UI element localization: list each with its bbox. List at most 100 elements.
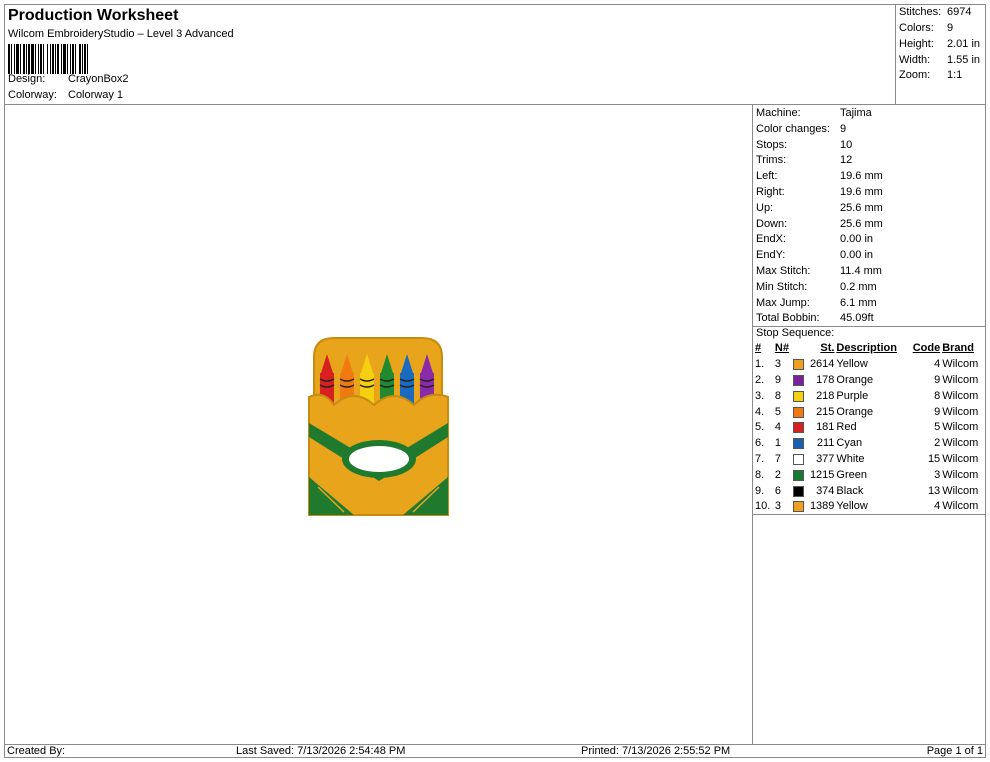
- color-swatch: [793, 501, 805, 513]
- stitch-count-text: 211: [816, 437, 835, 450]
- table-row: 1. 3 2614 Yellow 4 Wilcom: [753, 357, 984, 373]
- color-description: Yellow: [836, 358, 868, 371]
- info-label: Trims:: [756, 154, 787, 167]
- row-index: 6.: [755, 437, 765, 450]
- col-code: Code: [912, 342, 941, 355]
- info-row: Right: 19.6 mm: [756, 185, 883, 200]
- info-row: Stops: 10: [756, 138, 852, 153]
- info-row: Min Stitch: 0.2 mm: [756, 280, 877, 295]
- color-swatch: [793, 422, 805, 434]
- info-row: Left: 19.6 mm: [756, 169, 883, 184]
- stitch-count: 1215: [791, 467, 834, 483]
- row-index: 4.: [755, 405, 765, 418]
- table-row: 4. 5 215 Orange 9 Wilcom: [753, 404, 984, 420]
- stitch-count: 218: [791, 388, 834, 404]
- color-code: 4: [934, 358, 941, 371]
- needle-number: 3: [774, 500, 781, 513]
- col-index: #: [755, 342, 762, 355]
- stitch-count-text: 2614: [809, 358, 835, 371]
- color-code: 5: [934, 421, 941, 434]
- colorway-value: Colorway 1: [68, 89, 124, 101]
- row-index: 7.: [755, 452, 765, 465]
- color-code: 4: [934, 500, 941, 513]
- info-row: Max Stitch: 11.4 mm: [756, 264, 882, 279]
- info-value: 0.2 mm: [840, 280, 877, 293]
- stitch-count: 377: [791, 452, 834, 468]
- info-label: Min Stitch:: [756, 280, 808, 293]
- info-row: EndY: 0.00 in: [756, 248, 873, 263]
- color-swatch: [793, 359, 805, 371]
- info-value: 25.6 mm: [840, 201, 883, 214]
- page-title: Production Worksheet: [8, 7, 179, 24]
- color-swatch: [793, 374, 805, 386]
- row-index: 3.: [755, 389, 765, 402]
- needle-number: 8: [774, 389, 781, 402]
- info-label: Machine:: [756, 107, 801, 119]
- color-code: 3: [934, 468, 941, 481]
- stitch-count: 2614: [791, 357, 834, 373]
- table-row: 10. 3 1389 Yellow 4 Wilcom: [753, 499, 984, 515]
- col-stitches: St.: [820, 342, 835, 355]
- info-value: 12: [840, 154, 853, 167]
- design-value: CrayonBox2: [68, 73, 129, 85]
- row-index: 1.: [755, 358, 765, 371]
- needle-number: 9: [774, 373, 781, 386]
- row-index: 9.: [755, 484, 765, 497]
- thread-brand: Wilcom: [942, 500, 979, 513]
- stop-sequence-title: Stop Sequence:: [756, 327, 835, 339]
- needle-number: 1: [774, 437, 781, 450]
- stat-width: Width: 1.55 in: [899, 54, 981, 66]
- info-label: Stops:: [756, 138, 788, 151]
- color-description: Yellow: [836, 500, 868, 513]
- color-description: Purple: [836, 389, 869, 402]
- info-row: Machine: Tajima: [756, 106, 872, 121]
- stitch-count-text: 377: [816, 452, 835, 465]
- table-row: 7. 7 377 White 15 Wilcom: [753, 452, 984, 468]
- stat-stitches: Stitches: 6974: [899, 6, 972, 18]
- page-number: Page 1 of 1: [926, 745, 983, 757]
- info-row: Color changes: 9: [756, 122, 846, 137]
- info-value: 45.09ft: [840, 312, 874, 325]
- info-value: Tajima: [840, 107, 872, 119]
- stitch-count-text: 181: [816, 421, 835, 434]
- needle-number: 2: [774, 468, 781, 481]
- table-header: # N# St. Description Code Brand: [753, 341, 984, 357]
- info-label: EndY:: [756, 249, 786, 262]
- color-description: Green: [836, 468, 867, 481]
- design-preview-canvas: [4, 105, 753, 744]
- row-index: 10.: [755, 500, 771, 513]
- needle-number: 3: [774, 358, 781, 371]
- col-description: Description: [836, 342, 897, 355]
- stats-panel: Stitches: 6974 Colors: 9 Height: 2.01 in Wi…: [896, 4, 986, 105]
- thread-brand: Wilcom: [942, 405, 979, 418]
- info-label: Max Stitch:: [756, 265, 811, 277]
- info-value: 0.00 in: [840, 249, 874, 262]
- thread-brand: Wilcom: [942, 437, 979, 450]
- color-swatch: [793, 438, 805, 450]
- color-code: 13: [927, 484, 941, 497]
- info-row: Max Jump: 6.1 mm: [756, 296, 877, 311]
- color-code: 9: [934, 405, 941, 418]
- color-description: Black: [836, 484, 864, 497]
- stitch-count: 1389: [791, 499, 834, 515]
- stat-colors: Colors: 9: [899, 22, 954, 34]
- stitch-count-text: 1215: [809, 468, 835, 481]
- design-row: Design: CrayonBox2: [8, 73, 129, 85]
- info-value: 9: [840, 122, 847, 135]
- needle-number: 6: [774, 484, 781, 497]
- info-row: Down: 25.6 mm: [756, 217, 883, 232]
- row-index: 8.: [755, 468, 765, 481]
- stitch-count-text: 1389: [809, 500, 835, 513]
- thread-brand: Wilcom: [942, 468, 979, 481]
- info-value: 0.00 in: [840, 233, 874, 246]
- color-description: Orange: [836, 373, 874, 386]
- needle-number: 4: [774, 421, 781, 434]
- info-value: 25.6 mm: [840, 217, 883, 230]
- stitch-count-text: 215: [816, 405, 835, 418]
- info-row: Trims: 12: [756, 153, 852, 168]
- thread-brand: Wilcom: [942, 373, 979, 386]
- info-label: Total Bobbin:: [756, 312, 820, 325]
- colorway-row: Colorway: Colorway 1: [8, 89, 123, 101]
- col-brand: Brand: [942, 342, 974, 355]
- printed-date: Printed: 7/13/2026 2:55:52 PM: [581, 745, 731, 757]
